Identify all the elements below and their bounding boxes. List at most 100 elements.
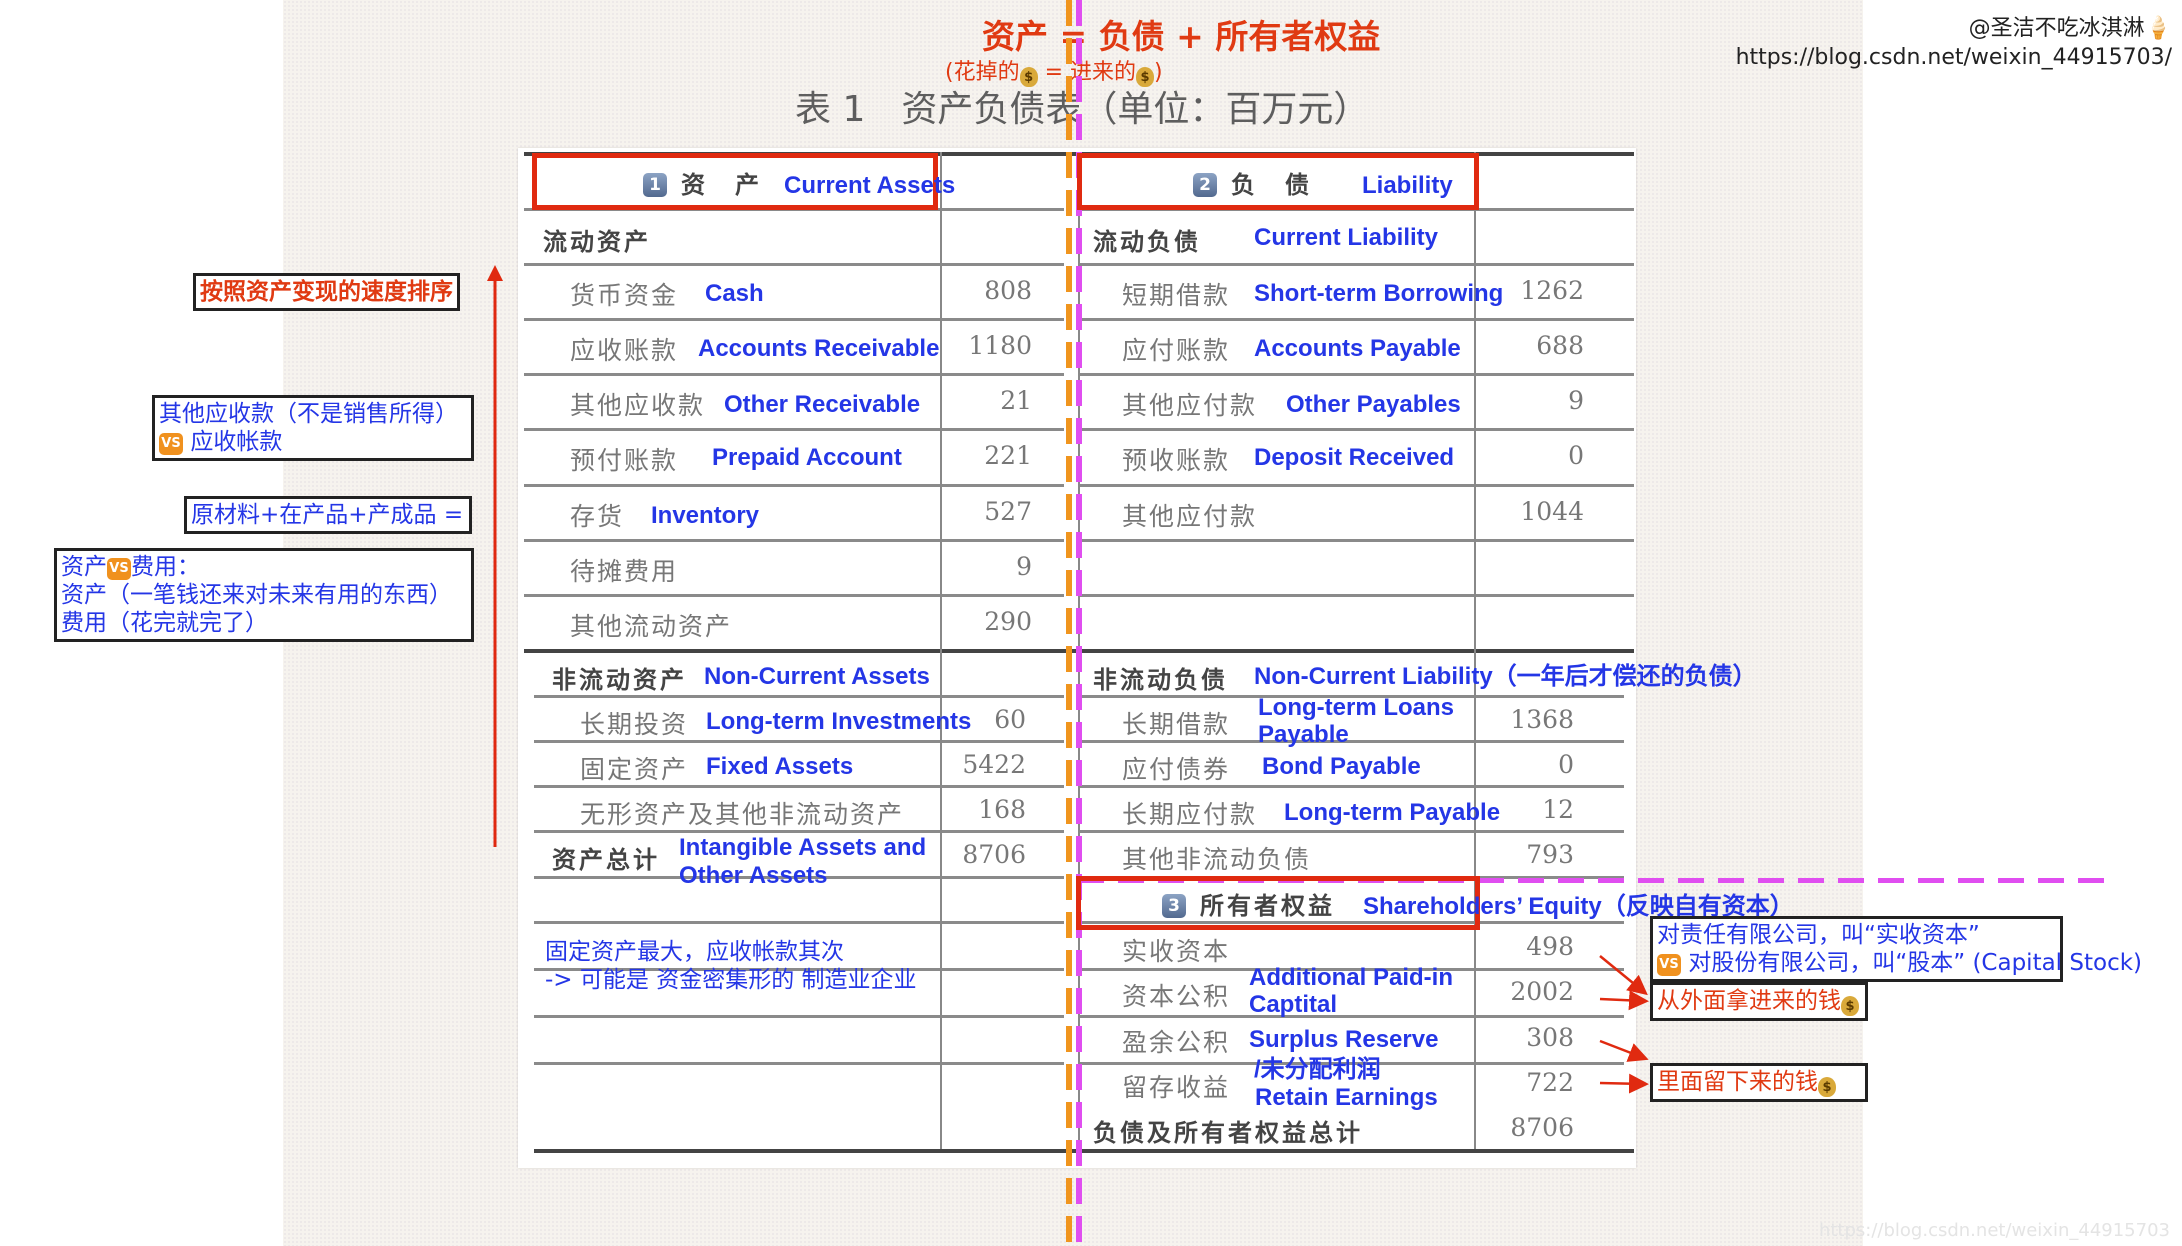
inventory-note: 原材料+在产品+产成品 = xyxy=(184,496,472,534)
liability-row-cn: 长期应付款 xyxy=(1122,800,1258,829)
row-rule xyxy=(524,594,1064,597)
asset-row-value: 5422 xyxy=(962,750,1026,779)
asset-row-value: 21 xyxy=(1000,386,1032,415)
liability-row-value: 1262 xyxy=(1520,276,1584,305)
asset-row-value: 290 xyxy=(984,607,1032,636)
asset-row-cn: 预付账款 xyxy=(570,446,679,475)
outside-money-note: 从外面拿进来的钱 $ xyxy=(1650,982,1868,1021)
liability-row-en-line2: Payable xyxy=(1258,721,1349,748)
equity-row-en: Surplus Reserve xyxy=(1249,1026,1439,1053)
total-assets-label: 资产总计 xyxy=(552,846,660,874)
asset-row-value: 60 xyxy=(994,705,1026,734)
liability-row-cn: 长期借款 xyxy=(1122,710,1231,739)
liquidity-order-note: 按照资产变现的速度排序 xyxy=(193,273,460,311)
equity-header-cn: 所有者权益 xyxy=(1200,892,1335,920)
analysis-note-line2: -> 可能是 资金密集形的 制造业企业 xyxy=(545,967,917,993)
liability-row-en: Long-term Payable xyxy=(1284,799,1501,826)
liability-row-value: 12 xyxy=(1542,795,1574,824)
asset-row-en: Cash xyxy=(705,280,764,307)
capital-note: 对责任有限公司，叫“实收资本” VS 对股份有限公司，叫“股本” (Capita… xyxy=(1650,916,2142,982)
total-liab-equity-label: 负债及所有者权益总计 xyxy=(1093,1119,1363,1147)
arrow-icon xyxy=(1599,955,1648,996)
liability-row-cn: 短期借款 xyxy=(1122,281,1231,310)
asset-row-en: Long-term Investments xyxy=(706,708,972,735)
row-rule xyxy=(534,1062,1064,1065)
attribution: @圣洁不吃冰淇淋🍦 https://blog.csdn.net/weixin_4… xyxy=(1736,14,2172,72)
equity-row-cn: 资本公积 xyxy=(1122,982,1231,1011)
equity-row-en-line1: /未分配利润 xyxy=(1254,1056,1381,1083)
outside-money-text: 从外面拿进来的钱 xyxy=(1657,988,1841,1014)
liquidity-arrow-icon xyxy=(487,265,503,847)
equation-plus: + xyxy=(1176,17,1204,56)
asset-row-cn: 长期投资 xyxy=(580,710,689,739)
note-asset-word: 资产 xyxy=(61,554,107,580)
liability-row-value: 1044 xyxy=(1520,497,1584,526)
row-rule xyxy=(1078,263,1634,266)
liability-row-value: 0 xyxy=(1558,750,1574,779)
author-url[interactable]: https://blog.csdn.net/weixin_44915703/ xyxy=(1736,43,2172,72)
liability-row-en: Accounts Payable xyxy=(1254,335,1461,362)
row-rule xyxy=(1078,539,1634,542)
row-rule xyxy=(1078,484,1634,487)
equation-liabilities: 负债 xyxy=(1098,17,1165,56)
arrow-icon xyxy=(1599,990,1649,1011)
row-rule xyxy=(524,263,1064,266)
row-rule xyxy=(524,539,1064,542)
row-rule xyxy=(534,1015,1064,1018)
table-bottom-rule xyxy=(534,1149,1634,1153)
asset-row-value: 1180 xyxy=(968,331,1032,360)
asset-row-en: Prepaid Account xyxy=(712,444,902,471)
liability-row-value: 0 xyxy=(1568,441,1584,470)
asset-row-cn: 应收账款 xyxy=(570,336,679,365)
asset-row-en: Inventory xyxy=(651,502,760,529)
liability-row-value: 688 xyxy=(1536,331,1584,360)
vs-icon: VS xyxy=(159,433,183,455)
liability-row-cn: 其他应付款 xyxy=(1122,502,1258,531)
equity-row-en-line1: Additional Paid-in xyxy=(1249,964,1453,991)
arrow-icon xyxy=(1599,1039,1649,1062)
note-expense-word: 费用： xyxy=(131,554,200,580)
asset-row-cn: 无形资产及其他非流动资产 xyxy=(580,800,905,829)
noncurrent-assets-label: 非流动资产 xyxy=(552,666,687,694)
equity-row-cn: 留存收益 xyxy=(1122,1073,1231,1102)
column-rule xyxy=(940,152,942,1149)
row-rule xyxy=(1078,428,1634,431)
equity-row-en-line2: Retain Earnings xyxy=(1255,1084,1438,1111)
row-rule xyxy=(524,428,1064,431)
row-rule xyxy=(1078,1015,1624,1018)
equation-equity: 所有者权益 xyxy=(1215,17,1381,56)
liability-row-en: Short-term Borrowing xyxy=(1254,280,1504,307)
current-liability-label-en: Current Liability xyxy=(1254,224,1439,251)
orange-dashed-divider xyxy=(1066,0,1072,1246)
liability-row-value: 9 xyxy=(1568,386,1584,415)
equation-title: 资产 = 负债 + 所有者权益 xyxy=(982,10,1380,58)
assets-header: 1 资 产 Current Assets xyxy=(643,165,955,200)
liability-row-en-line1: Long-term Loans xyxy=(1258,694,1454,721)
equity-row-value: 2002 xyxy=(1510,977,1574,1006)
asset-vs-expense-note: 资产 VS费用： 资产（一笔钱还来对未来有用的东西） 费用（花完就完了） xyxy=(54,548,474,642)
equity-row-cn: 实收资本 xyxy=(1122,937,1231,966)
vs-icon: VS xyxy=(107,558,131,580)
equation-equals: = xyxy=(1059,17,1088,56)
asset-row-value: 527 xyxy=(984,497,1032,526)
number-1-icon: 1 xyxy=(643,173,667,197)
asset-row-value: 221 xyxy=(984,441,1032,470)
liability-row-cn: 其他应付款 xyxy=(1122,391,1258,420)
liabilities-header-cn: 负 债 xyxy=(1231,171,1312,199)
current-liability-label: 流动负债 xyxy=(1093,228,1201,256)
asset-row-cn: 其他流动资产 xyxy=(570,612,733,641)
equity-row-value: 308 xyxy=(1526,1023,1574,1052)
liability-row-cn: 应付账款 xyxy=(1122,336,1231,365)
liability-row-cn: 应付债券 xyxy=(1122,755,1231,784)
asset-row-en: Other Receivable xyxy=(724,391,921,418)
liability-row-en: Bond Payable xyxy=(1262,753,1421,780)
vs-icon: VS xyxy=(1657,954,1681,976)
watermark: https://blog.csdn.net/weixin_44915703 xyxy=(1818,1220,2170,1241)
liability-row-value: 793 xyxy=(1526,840,1574,869)
annotation-arrows xyxy=(1599,955,1649,1094)
analysis-note: 固定资产最大，应收帐款其次 -> 可能是 资金密集形的 制造业企业 xyxy=(545,938,917,994)
expense-definition: 费用（花完就完了） xyxy=(61,610,268,636)
noncurrent-liability-label-en: Non-Current Liability（一年后才偿还的负债） xyxy=(1254,663,1757,690)
analysis-note-line1: 固定资产最大，应收帐款其次 xyxy=(545,939,844,965)
liabilities-header: 2 负 债 Liability xyxy=(1193,165,1453,200)
